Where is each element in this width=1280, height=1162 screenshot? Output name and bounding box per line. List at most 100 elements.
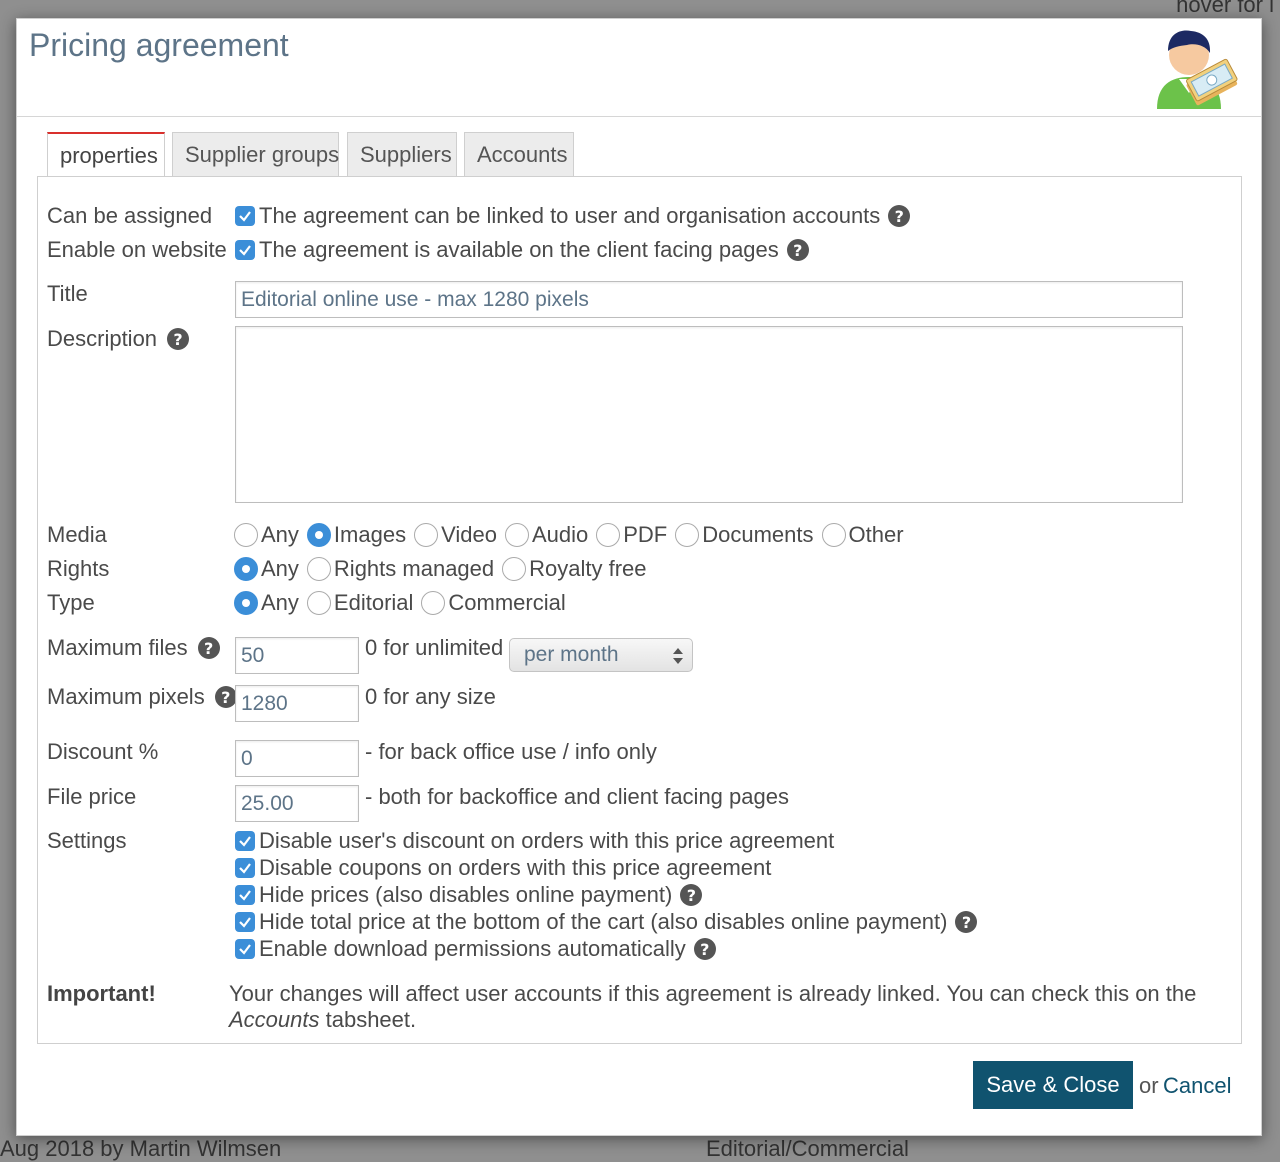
max-pixels-label-text: Maximum pixels xyxy=(47,684,205,709)
radio-button[interactable] xyxy=(306,557,331,581)
max-files-input[interactable] xyxy=(235,637,359,674)
cancel-link[interactable]: Cancel xyxy=(1163,1073,1231,1099)
help-icon[interactable]: ? xyxy=(693,938,716,960)
setting-checkbox[interactable] xyxy=(235,939,255,959)
type-option-editorial[interactable]: Editorial xyxy=(306,590,413,616)
setting-hide-prices: Hide prices (also disables online paymen… xyxy=(235,882,703,908)
setting-checkbox[interactable] xyxy=(235,912,255,932)
settings-label: Settings xyxy=(47,828,127,853)
radio-button[interactable] xyxy=(306,523,331,547)
radio-button[interactable] xyxy=(421,591,446,615)
radio-label: PDF xyxy=(623,522,668,547)
important-text-accounts: Accounts xyxy=(229,1007,320,1032)
properties-panel: Can be assigned The agreement can be lin… xyxy=(37,176,1242,1044)
enable-on-website-label: Enable on website xyxy=(47,237,227,262)
max-files-hint: 0 for unlimited xyxy=(365,635,504,660)
rights-radio-group: Any Rights managed Royalty free xyxy=(234,556,655,582)
help-icon[interactable]: ? xyxy=(888,205,911,227)
checkmark-icon xyxy=(239,917,251,928)
help-icon[interactable]: ? xyxy=(197,637,220,659)
checkmark-icon xyxy=(239,944,251,955)
max-files-label-text: Maximum files xyxy=(47,635,188,660)
max-pixels-input[interactable] xyxy=(235,685,359,722)
help-icon[interactable]: ? xyxy=(680,884,703,906)
setting-text: Enable download permissions automaticall… xyxy=(259,936,686,961)
media-option-video[interactable]: Video xyxy=(414,522,497,548)
setting-disable-discount: Disable user's discount on orders with t… xyxy=(235,828,834,854)
radio-button[interactable] xyxy=(504,523,529,547)
media-option-images[interactable]: Images xyxy=(306,522,406,548)
setting-checkbox[interactable] xyxy=(235,831,255,851)
pricing-agreement-dialog: Pricing agreement properties Supplier gr… xyxy=(16,18,1262,1136)
setting-disable-coupons: Disable coupons on orders with this pric… xyxy=(235,855,771,881)
important-text: Your changes will affect user accounts i… xyxy=(229,981,1209,1033)
radio-button[interactable] xyxy=(234,591,258,615)
dialog-header: Pricing agreement xyxy=(17,19,1261,117)
enable-on-website-row: The agreement is available on the client… xyxy=(235,237,809,263)
file-price-input[interactable] xyxy=(235,785,359,822)
help-icon[interactable]: ? xyxy=(786,239,809,261)
max-pixels-hint: 0 for any size xyxy=(365,684,496,709)
media-option-audio[interactable]: Audio xyxy=(504,522,588,548)
radio-label: Documents xyxy=(702,522,814,547)
radio-button[interactable] xyxy=(234,523,258,547)
tab-properties[interactable]: properties xyxy=(47,132,165,178)
media-radio-group: Any Images Video Audio PDF Documents Oth… xyxy=(234,522,912,548)
discount-input[interactable] xyxy=(235,740,359,777)
radio-button[interactable] xyxy=(821,523,846,547)
setting-text: Hide prices (also disables online paymen… xyxy=(259,882,673,907)
rights-option-any[interactable]: Any xyxy=(234,556,299,582)
radio-label: Any xyxy=(261,556,299,581)
tab-suppliers[interactable]: Suppliers xyxy=(347,132,457,177)
enable-on-website-text: The agreement is available on the client… xyxy=(259,237,779,262)
enable-on-website-checkbox[interactable] xyxy=(235,240,255,260)
discount-label: Discount % xyxy=(47,739,159,764)
radio-button[interactable] xyxy=(596,523,621,547)
background-hover-text: hover for i xyxy=(1176,0,1274,17)
type-radio-group: Any Editorial Commercial xyxy=(234,590,574,616)
radio-label: Royalty free xyxy=(529,556,647,581)
radio-label: Other xyxy=(848,522,904,547)
help-icon[interactable]: ? xyxy=(167,328,190,350)
title-input[interactable] xyxy=(235,281,1183,318)
setting-download-permissions: Enable download permissions automaticall… xyxy=(235,936,716,962)
media-option-any[interactable]: Any xyxy=(234,522,299,548)
radio-button[interactable] xyxy=(414,523,439,547)
can-be-assigned-checkbox[interactable] xyxy=(235,206,255,226)
save-close-button[interactable]: Save & Close xyxy=(973,1061,1133,1109)
media-option-other[interactable]: Other xyxy=(821,522,904,548)
media-option-pdf[interactable]: PDF xyxy=(596,522,667,548)
max-files-label: Maximum files ? xyxy=(47,635,220,661)
description-label-text: Description xyxy=(47,326,158,351)
radio-button[interactable] xyxy=(306,591,331,615)
setting-checkbox[interactable] xyxy=(235,858,255,878)
background-byline-text: Aug 2018 by Martin Wilmsen xyxy=(0,1136,282,1161)
can-be-assigned-row: The agreement can be linked to user and … xyxy=(235,203,911,229)
radio-label: Any xyxy=(261,522,299,547)
discount-hint: - for back office use / info only xyxy=(365,739,657,764)
checkmark-icon xyxy=(239,836,251,847)
rights-label: Rights xyxy=(47,556,110,581)
rights-option-royalty-free[interactable]: Royalty free xyxy=(502,556,647,582)
radio-button[interactable] xyxy=(675,523,700,547)
checkmark-icon xyxy=(239,245,251,256)
media-option-documents[interactable]: Documents xyxy=(675,522,814,548)
tab-accounts[interactable]: Accounts xyxy=(464,132,574,177)
type-option-commercial[interactable]: Commercial xyxy=(421,590,566,616)
tab-supplier-groups[interactable]: Supplier groups xyxy=(172,132,339,177)
setting-text: Disable user's discount on orders with t… xyxy=(259,828,835,853)
setting-checkbox[interactable] xyxy=(235,885,255,905)
important-text-before: Your changes will affect user accounts i… xyxy=(229,981,1197,1006)
checkmark-icon xyxy=(239,890,251,901)
period-select[interactable]: per month xyxy=(509,638,693,672)
radio-button[interactable] xyxy=(502,557,527,581)
rights-option-rights-managed[interactable]: Rights managed xyxy=(306,556,494,582)
title-label: Title xyxy=(47,281,88,306)
radio-button[interactable] xyxy=(234,557,258,581)
help-icon[interactable]: ? xyxy=(214,686,237,708)
can-be-assigned-label: Can be assigned xyxy=(47,203,213,228)
checkmark-icon xyxy=(239,211,251,222)
description-textarea[interactable] xyxy=(235,326,1183,503)
help-icon[interactable]: ? xyxy=(955,911,978,933)
type-option-any[interactable]: Any xyxy=(234,590,299,616)
